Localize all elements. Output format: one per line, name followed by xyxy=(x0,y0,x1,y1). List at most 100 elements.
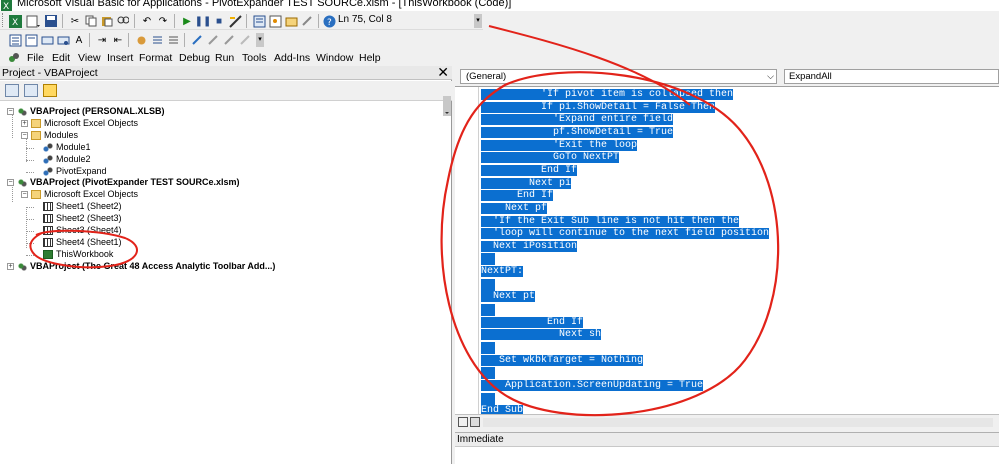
list-constants-icon[interactable] xyxy=(24,33,38,47)
menu-view[interactable]: View xyxy=(78,52,101,64)
view-object-icon[interactable] xyxy=(24,84,38,97)
help-icon[interactable]: ? xyxy=(322,14,336,28)
menu-add-ins[interactable]: Add-Ins xyxy=(274,52,310,64)
tree-item-label[interactable]: Microsoft Excel Objects xyxy=(44,118,138,129)
design-mode-icon[interactable] xyxy=(228,14,242,28)
tree-expander-0[interactable]: − xyxy=(7,108,14,115)
tree-item-label[interactable]: VBAProject (The Great 48 Access Analytic… xyxy=(30,261,275,272)
code-line[interactable]: 'Expand entire field xyxy=(481,114,674,127)
tree-expander-7[interactable]: − xyxy=(21,191,28,199)
comment-block-icon[interactable] xyxy=(150,33,164,47)
quick-info-icon[interactable] xyxy=(40,33,54,47)
object-dropdown[interactable]: (General) ⌵ xyxy=(460,69,777,84)
undo-icon[interactable]: ↶ xyxy=(140,14,154,28)
code-margin[interactable] xyxy=(455,87,479,416)
toggle-bookmark-icon[interactable] xyxy=(190,33,204,47)
code-line[interactable]: If pi.ShowDetail = False Then xyxy=(481,101,716,115)
reset-icon[interactable]: ■ xyxy=(212,14,226,28)
parameter-info-icon[interactable] xyxy=(56,33,70,47)
copy-icon[interactable] xyxy=(84,14,98,28)
tree-item-label[interactable]: PivotExpand xyxy=(56,166,107,177)
paste-icon[interactable] xyxy=(100,14,114,28)
tree-item-label[interactable]: Sheet4 (Sheet1) xyxy=(56,237,122,248)
code-line[interactable]: Next pt xyxy=(481,291,536,304)
code-line[interactable]: Next iPosition xyxy=(481,240,578,254)
code-line[interactable]: Next sh xyxy=(481,329,602,342)
code-line[interactable]: Next pf xyxy=(481,202,548,216)
find-icon[interactable] xyxy=(116,14,130,28)
tree-item-label[interactable]: Sheet1 (Sheet2) xyxy=(56,201,122,212)
tree-item-label[interactable]: Modules xyxy=(44,130,78,141)
view-excel-icon[interactable]: X xyxy=(8,14,22,28)
code-line[interactable]: 'Exit the loop xyxy=(481,139,638,153)
tree-item-label[interactable]: Microsoft Excel Objects xyxy=(44,189,138,200)
code-line[interactable]: End If xyxy=(481,164,578,178)
toolbar-overflow-button[interactable]: ▾ xyxy=(256,33,264,47)
code-line[interactable]: 'If the Exit Sub line is not hit then th… xyxy=(481,215,740,229)
immediate-window[interactable]: Immediate xyxy=(455,432,999,464)
list-properties-icon[interactable] xyxy=(8,33,22,47)
tree-expander-2[interactable]: − xyxy=(21,131,28,139)
menu-window[interactable]: Window xyxy=(316,52,353,64)
menu-help[interactable]: Help xyxy=(359,52,381,64)
code-line[interactable]: NextPT: xyxy=(481,266,524,279)
tree-item-label[interactable]: ThisWorkbook xyxy=(56,249,113,260)
menu-file[interactable]: File xyxy=(27,52,44,64)
menu-run[interactable]: Run xyxy=(215,52,234,64)
cut-icon[interactable]: ✂ xyxy=(68,14,82,28)
project-explorer-scroll[interactable] xyxy=(443,96,451,116)
code-editor[interactable]: 'If pivot item is collapsed then If pi.S… xyxy=(455,86,999,416)
outdent-icon[interactable]: ⇤ xyxy=(111,33,125,47)
object-browser-icon[interactable] xyxy=(284,14,298,28)
break-icon[interactable]: ❚❚ xyxy=(195,14,212,28)
chevron-down-icon[interactable]: ⌵ xyxy=(767,70,774,83)
code-line[interactable]: 'loop will continue to the next field po… xyxy=(481,228,770,241)
redo-icon[interactable]: ↷ xyxy=(156,14,170,28)
tree-expander-1[interactable]: + xyxy=(21,119,28,127)
menu-debug[interactable]: Debug xyxy=(179,52,210,64)
code-line[interactable]: pf.ShowDetail = True xyxy=(481,126,674,140)
code-line[interactable] xyxy=(481,278,495,292)
tree-item-label[interactable]: Module1 xyxy=(56,142,91,153)
tree-expander-6[interactable]: − xyxy=(7,179,14,187)
code-line[interactable] xyxy=(481,367,495,380)
close-icon[interactable]: ✕ xyxy=(437,64,449,81)
indent-icon[interactable]: ⇥ xyxy=(95,33,109,47)
code-line[interactable] xyxy=(481,253,495,266)
save-icon[interactable] xyxy=(44,14,58,28)
tree-item-label[interactable]: Sheet3 (Sheet4) xyxy=(56,225,122,236)
code-line[interactable] xyxy=(481,304,495,317)
code-line[interactable]: End If xyxy=(481,316,584,330)
next-bookmark-icon[interactable] xyxy=(206,33,220,47)
project-explorer-icon[interactable] xyxy=(252,14,266,28)
toggle-folders-icon[interactable] xyxy=(43,84,57,97)
procedure-view-icon[interactable] xyxy=(458,417,468,427)
code-line[interactable]: Next pi xyxy=(481,177,572,191)
run-icon[interactable]: ▶ xyxy=(180,14,194,28)
menu-edit[interactable]: Edit xyxy=(52,52,70,64)
code-line[interactable]: GoTo NextPT xyxy=(481,152,620,165)
tree-item-label[interactable]: VBAProject (PERSONAL.XLSB) xyxy=(30,106,165,117)
code-line[interactable]: End If xyxy=(481,190,554,203)
previous-bookmark-icon[interactable] xyxy=(222,33,236,47)
menu-format[interactable]: Format xyxy=(139,52,172,64)
code-line[interactable]: Set wkbkTarget = Nothing xyxy=(481,354,644,368)
toolbar-grip[interactable] xyxy=(2,13,5,27)
menu-tools[interactable]: Tools xyxy=(242,52,267,64)
menu-insert[interactable]: Insert xyxy=(107,52,133,64)
tree-item-label[interactable]: VBAProject (PivotExpander TEST SOURCe.xl… xyxy=(30,177,240,188)
tree-item-label[interactable]: Sheet2 (Sheet3) xyxy=(56,213,122,224)
toolbar-overflow-button[interactable]: ▾ xyxy=(474,14,482,28)
procedure-dropdown[interactable]: ExpandAll xyxy=(784,69,999,84)
code-line[interactable] xyxy=(481,392,495,406)
tree-item-label[interactable]: Module2 xyxy=(56,154,91,165)
code-line[interactable]: Application.ScreenUpdating = True xyxy=(481,379,704,393)
code-line[interactable]: 'If pivot item is collapsed then xyxy=(481,89,734,102)
horizontal-scrollbar[interactable] xyxy=(483,418,993,427)
view-code-icon[interactable] xyxy=(5,84,19,97)
insert-userform-icon[interactable] xyxy=(26,14,40,28)
uncomment-block-icon[interactable] xyxy=(166,33,180,47)
properties-window-icon[interactable] xyxy=(268,14,282,28)
clear-bookmarks-icon[interactable] xyxy=(238,33,252,47)
toolbox-icon[interactable] xyxy=(300,14,314,28)
